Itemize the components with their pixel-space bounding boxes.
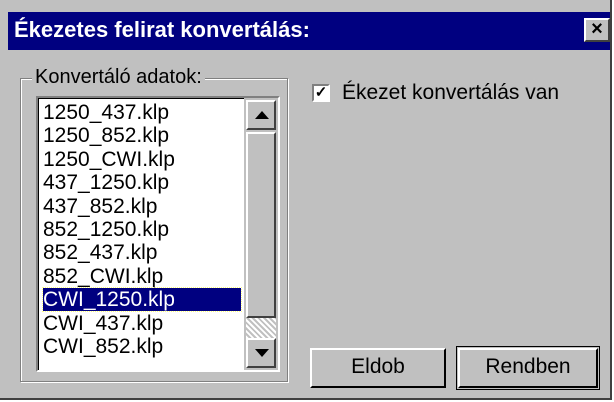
scroll-up-button[interactable] — [246, 100, 276, 130]
list-item[interactable]: CWI_437.klp — [43, 312, 241, 335]
list-item[interactable]: 852_1250.klp — [43, 218, 241, 241]
dialog-title: Ékezetes felirat konvertálás: — [14, 17, 310, 42]
checkmark-icon: ✓ — [314, 84, 328, 101]
scroll-thumb[interactable] — [246, 132, 276, 318]
conversion-file-list[interactable]: 1250_437.klp 1250_852.klp 1250_CWI.klp 437_… — [36, 96, 280, 372]
list-item[interactable]: 852_CWI.klp — [43, 265, 241, 288]
arrow-up-icon — [255, 111, 269, 119]
vertical-scrollbar[interactable] — [244, 98, 278, 370]
list-item[interactable]: CWI_1250.klp — [42, 287, 242, 313]
list-item[interactable]: 437_1250.klp — [43, 171, 241, 194]
cancel-button[interactable]: Eldob — [310, 348, 446, 388]
ok-button[interactable]: Rendben — [456, 346, 600, 390]
group-label: Konvertáló adatok: — [32, 64, 205, 90]
list-viewport: 1250_437.klp 1250_852.klp 1250_CWI.klp 437_… — [38, 98, 245, 370]
list-item[interactable]: 1250_CWI.klp — [43, 148, 241, 171]
list-item[interactable]: 437_852.klp — [43, 195, 241, 218]
list-item[interactable]: 1250_437.klp — [43, 101, 241, 124]
arrow-down-icon — [255, 349, 269, 357]
scroll-down-button[interactable] — [246, 338, 276, 368]
accent-conversion-label[interactable]: Ékezet konvertálás van — [342, 80, 559, 106]
close-button[interactable]: × — [584, 18, 610, 42]
scroll-track[interactable] — [246, 318, 276, 338]
close-icon: × — [591, 18, 603, 40]
dialog-window: Ékezetes felirat konvertálás: × Konvertá… — [0, 0, 612, 400]
accent-conversion-checkbox[interactable]: ✓ — [312, 84, 330, 102]
list-item[interactable]: CWI_852.klp — [43, 335, 241, 358]
list-item[interactable]: 852_437.klp — [43, 241, 241, 264]
title-bar[interactable]: Ékezetes felirat konvertálás: × — [8, 12, 610, 50]
list-item[interactable]: 1250_852.klp — [43, 124, 241, 147]
